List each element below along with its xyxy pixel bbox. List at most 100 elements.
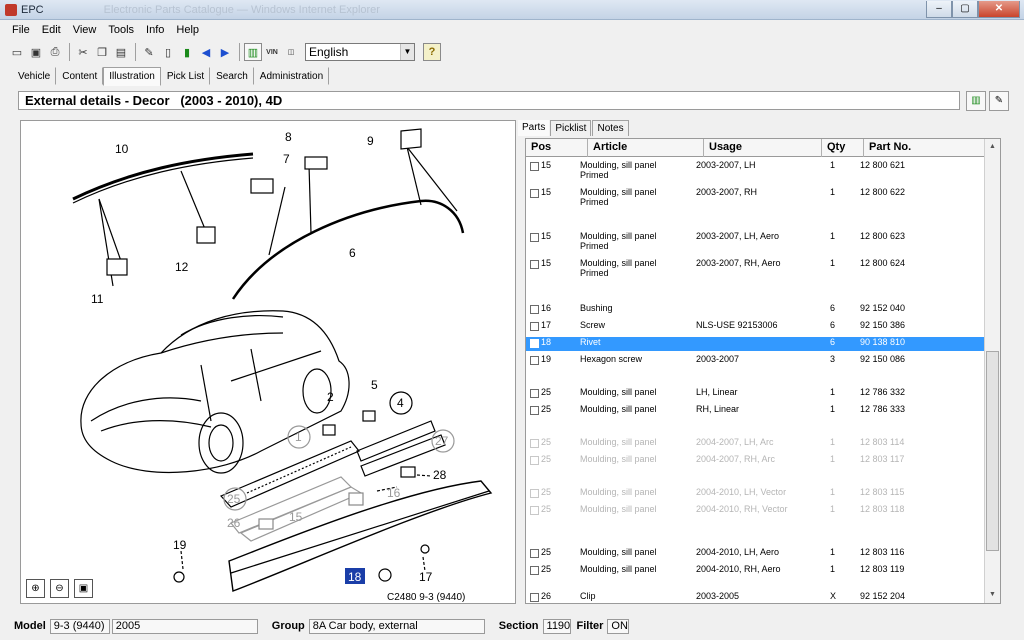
picklist-icon[interactable]: ▥ — [244, 43, 262, 61]
table-row[interactable]: 17 Screw NLS-USE 92153006 6 92 150 386 — [526, 320, 985, 334]
scroll-thumb[interactable] — [986, 351, 999, 551]
tab-illustration[interactable]: Illustration — [103, 67, 161, 86]
minimize-button[interactable]: – — [926, 0, 952, 18]
table-row[interactable]: 15 Moulding, sill panel Primed 2003-2007, … — [526, 231, 985, 253]
table-row[interactable]: 25 Moulding, sill panel 2004-2010, RH, Vec… — [526, 504, 985, 518]
menu-info[interactable]: Info — [140, 24, 170, 36]
callout-17[interactable]: 17 — [419, 570, 433, 584]
menu-edit[interactable]: Edit — [36, 24, 67, 36]
table-row[interactable]: 15 Moulding, sill panel Primed 2003-2007, … — [526, 187, 985, 209]
edit-note-button[interactable]: ✎ — [989, 91, 1009, 111]
table-row[interactable]: 25 Moulding, sill panel 2004-2007, RH, Arc… — [526, 454, 985, 468]
table-row[interactable]: 26 Clip 2003-2005 X 92 152 204 — [526, 591, 985, 603]
tab-notes[interactable]: Notes — [592, 120, 629, 136]
tab-content[interactable]: Content — [56, 67, 104, 85]
callout-25[interactable]: 25 — [227, 492, 241, 506]
cut-icon[interactable]: ✂ — [74, 43, 92, 61]
column-header-article[interactable]: Article — [588, 139, 704, 157]
callout-9[interactable]: 9 — [367, 134, 374, 148]
column-header-qty[interactable]: Qty — [822, 139, 864, 157]
row-checkbox[interactable] — [530, 322, 539, 331]
close-button[interactable]: ✕ — [978, 0, 1020, 18]
forward-arrow-icon[interactable]: ▶ — [216, 43, 234, 61]
row-checkbox[interactable] — [530, 549, 539, 558]
callout-8[interactable]: 8 — [285, 130, 292, 144]
row-checkbox[interactable] — [530, 233, 539, 242]
table-row[interactable]: 19 Hexagon screw 2003-2007 3 92 150 086 — [526, 354, 985, 368]
callout-19[interactable]: 19 — [173, 538, 187, 552]
scroll-down-icon[interactable]: ▼ — [985, 587, 1000, 603]
table-row[interactable]: 15 Moulding, sill panel Primed 2003-2007, … — [526, 258, 985, 280]
add-to-list-icon[interactable]: ▮ — [178, 43, 196, 61]
tab-search[interactable]: Search — [210, 67, 254, 85]
illustration-panel[interactable]: 10 8 9 7 6 12 11 5 2 4 1 27 28 16 25 26 … — [20, 120, 516, 604]
callout-4[interactable]: 4 — [397, 396, 404, 410]
page-icon[interactable]: ▯ — [159, 43, 177, 61]
vertical-scrollbar[interactable]: ▲ ▼ — [984, 139, 1000, 603]
maximize-button[interactable]: ▢ — [952, 0, 978, 18]
fit-to-window-icon[interactable]: ▣ — [74, 579, 93, 598]
callout-7[interactable]: 7 — [283, 152, 290, 166]
row-checkbox[interactable] — [530, 566, 539, 575]
scroll-up-icon[interactable]: ▲ — [985, 139, 1000, 155]
callout-16[interactable]: 16 — [387, 486, 401, 500]
column-header-usage[interactable]: Usage — [704, 139, 822, 157]
menu-help[interactable]: Help — [170, 24, 205, 36]
back-arrow-icon[interactable]: ◀ — [197, 43, 215, 61]
tab-vehicle[interactable]: Vehicle — [12, 67, 57, 85]
zoom-out-icon[interactable]: ⊖ — [50, 579, 69, 598]
callout-28[interactable]: 28 — [433, 468, 447, 482]
tab-administration[interactable]: Administration — [254, 67, 330, 85]
table-row[interactable]: 25 Moulding, sill panel 2004-2010, RH, Aer… — [526, 564, 985, 578]
row-checkbox[interactable] — [530, 162, 539, 171]
callout-1[interactable]: 1 — [295, 430, 302, 444]
row-checkbox[interactable] — [530, 260, 539, 269]
row-checkbox[interactable] — [530, 406, 539, 415]
print-icon[interactable]: ⎙ — [46, 43, 64, 61]
help-button[interactable]: ? — [423, 43, 441, 61]
callout-10[interactable]: 10 — [115, 142, 129, 156]
copy-icon[interactable]: ❐ — [93, 43, 111, 61]
callout-6[interactable]: 6 — [349, 246, 356, 260]
row-checkbox[interactable] — [530, 593, 539, 602]
table-row[interactable]: 25 Moulding, sill panel RH, Linear 1 12 786 … — [526, 404, 985, 418]
callout-18[interactable]: 18 — [348, 570, 362, 584]
row-checkbox[interactable] — [530, 356, 539, 365]
table-row[interactable]: 25 Moulding, sill panel 2004-2007, LH, Arc… — [526, 437, 985, 451]
table-row[interactable]: 16 Bushing 6 92 152 040 — [526, 303, 985, 317]
row-checkbox[interactable] — [530, 456, 539, 465]
edit-icon[interactable]: ✎ — [140, 43, 158, 61]
callout-15[interactable]: 15 — [289, 510, 303, 524]
save-icon[interactable]: ▣ — [27, 43, 45, 61]
row-checkbox[interactable] — [530, 339, 539, 348]
tab-parts[interactable]: Parts — [518, 120, 550, 136]
menu-view[interactable]: View — [67, 24, 103, 36]
vin-icon[interactable]: VIN — [263, 43, 281, 61]
tab-picklist[interactable]: Picklist — [550, 120, 592, 136]
tab-pick-list[interactable]: Pick List — [161, 67, 211, 85]
table-row[interactable]: 18 Rivet 6 90 138 810 — [526, 337, 985, 351]
row-checkbox[interactable] — [530, 506, 539, 515]
row-checkbox[interactable] — [530, 439, 539, 448]
row-checkbox[interactable] — [530, 489, 539, 498]
menu-tools[interactable]: Tools — [102, 24, 140, 36]
callout-27[interactable]: 27 — [435, 434, 449, 448]
paste-icon[interactable]: ▤ — [112, 43, 130, 61]
callout-11[interactable]: 11 — [91, 292, 104, 306]
new-document-icon[interactable]: ▭ — [8, 43, 26, 61]
callout-2[interactable]: 2 — [327, 390, 334, 404]
menu-file[interactable]: File — [6, 24, 36, 36]
table-row[interactable]: 25 Moulding, sill panel 2004-2010, LH, Aer… — [526, 547, 985, 561]
callout-12[interactable]: 12 — [175, 260, 189, 274]
callout-26[interactable]: 26 — [227, 516, 241, 530]
column-header-part-no[interactable]: Part No. — [864, 139, 985, 157]
row-checkbox[interactable] — [530, 389, 539, 398]
row-checkbox[interactable] — [530, 305, 539, 314]
language-select[interactable]: English ▼ — [305, 43, 415, 61]
table-row[interactable]: 15 Moulding, sill panel Primed 2003-2007, … — [526, 160, 985, 182]
column-header-pos[interactable]: Pos — [526, 139, 588, 157]
add-to-picklist-button[interactable]: ▥ — [966, 91, 986, 111]
callout-5[interactable]: 5 — [371, 378, 378, 392]
table-row[interactable]: 25 Moulding, sill panel LH, Linear 1 12 786 … — [526, 387, 985, 401]
table-row[interactable]: 25 Moulding, sill panel 2004-2010, LH, Vec… — [526, 487, 985, 501]
